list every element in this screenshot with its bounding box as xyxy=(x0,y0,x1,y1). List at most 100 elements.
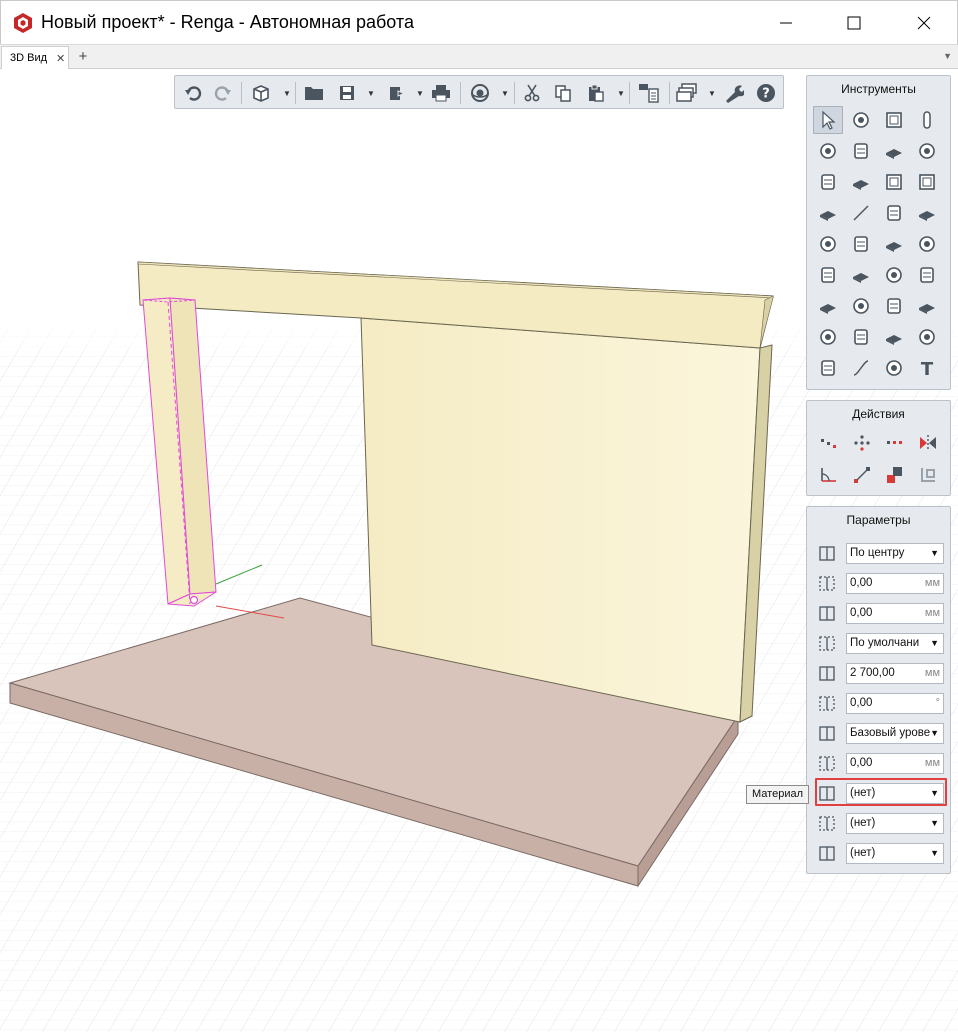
chevron-down-icon[interactable]: ▼ xyxy=(930,634,939,653)
close-button[interactable] xyxy=(901,1,947,45)
mechanical-tool-button[interactable] xyxy=(879,230,909,258)
parameter-input[interactable]: 0,00 ° xyxy=(846,693,944,714)
floor-beam-icon xyxy=(854,143,868,159)
open-button[interactable] xyxy=(302,81,326,105)
print-button[interactable] xyxy=(429,81,453,105)
move-action-button[interactable] xyxy=(814,429,844,457)
hatch-tool-button[interactable] xyxy=(879,354,909,382)
parameter-select[interactable]: По умолчани ▼ xyxy=(846,633,944,654)
save-button[interactable] xyxy=(335,81,359,105)
chevron-down-icon[interactable]: ▼ xyxy=(367,89,375,98)
redo-button[interactable] xyxy=(211,81,235,105)
parameters-panel-title: Параметры xyxy=(846,513,911,527)
duct-fitting-tool-button[interactable] xyxy=(912,199,942,227)
add-tab-button[interactable]: + xyxy=(74,48,92,66)
settings-button[interactable] xyxy=(722,81,746,105)
chevron-down-icon[interactable]: ▼ xyxy=(930,544,939,563)
annotation-tool-button[interactable] xyxy=(813,323,843,351)
opening-tool-button[interactable] xyxy=(912,323,942,351)
light-tool-button[interactable] xyxy=(846,292,876,320)
mirror-action-button[interactable] xyxy=(913,429,943,457)
align-icon xyxy=(854,467,870,483)
undo-button[interactable] xyxy=(181,81,205,105)
electric-fitting-tool-button[interactable] xyxy=(879,292,909,320)
roof-tool-button[interactable] xyxy=(879,137,909,165)
tab-close-icon[interactable]: ✕ xyxy=(56,52,65,65)
parameter-select[interactable]: По центру ▼ xyxy=(846,543,944,564)
window-tool-button[interactable] xyxy=(912,168,942,196)
orbit-button[interactable] xyxy=(468,81,492,105)
layers-button[interactable] xyxy=(675,81,699,105)
dimension-icon xyxy=(853,112,869,128)
parameter-input[interactable]: 0,00 мм xyxy=(846,573,944,594)
chevron-down-icon[interactable]: ▼ xyxy=(930,724,939,743)
axis-tool-button[interactable] xyxy=(813,354,843,382)
plumbing-tool-button[interactable] xyxy=(813,230,843,258)
equipment-tool-button[interactable] xyxy=(879,199,909,227)
chevron-down-icon[interactable]: ▼ xyxy=(416,89,424,98)
text-tool-button[interactable]: T xyxy=(912,354,942,382)
angle-action-button[interactable] xyxy=(814,461,844,489)
slab-tool-button[interactable] xyxy=(813,137,843,165)
chevron-down-icon[interactable]: ▼ xyxy=(708,89,716,98)
cut-button[interactable] xyxy=(520,81,544,105)
parameter-select[interactable]: (нет) ▼ xyxy=(846,843,944,864)
chevron-down-icon[interactable]: ▼ xyxy=(501,89,509,98)
copy-button[interactable] xyxy=(551,81,575,105)
parameter-value: По умолчани xyxy=(850,637,920,649)
chevron-down-icon[interactable]: ▼ xyxy=(930,814,939,833)
wall-tool-tool-button[interactable] xyxy=(879,106,909,134)
select-tool-button[interactable] xyxy=(813,106,843,134)
line-tool-button[interactable] xyxy=(846,199,876,227)
parameter-value: 0,00 xyxy=(850,757,873,769)
parameter-input[interactable]: 0,00 мм xyxy=(846,753,944,774)
copy-action-button[interactable] xyxy=(880,429,910,457)
ramp-tool-button[interactable] xyxy=(846,168,876,196)
door-tool-button[interactable] xyxy=(879,168,909,196)
parameter-select[interactable]: (нет) ▼ xyxy=(846,813,944,834)
rotate-action-button[interactable] xyxy=(847,429,877,457)
electrical-panel-tool-button[interactable] xyxy=(813,292,843,320)
column-tool-tool-button[interactable] xyxy=(912,106,942,134)
parameter-input[interactable]: 0,00 мм xyxy=(846,603,944,624)
view-cube-button[interactable] xyxy=(249,81,273,105)
minimize-button[interactable] xyxy=(763,1,809,45)
spline-tool-button[interactable] xyxy=(846,354,876,382)
washing-tool-button[interactable] xyxy=(846,230,876,258)
pipe-accessory-tool-button[interactable] xyxy=(813,261,843,289)
level-mark-icon xyxy=(886,335,902,345)
elevation-tool-button[interactable] xyxy=(846,323,876,351)
parameter-unit: ° xyxy=(935,697,940,709)
paste-button[interactable] xyxy=(584,81,608,105)
beam-tool-tool-button[interactable] xyxy=(813,168,843,196)
outlet-tool-button[interactable] xyxy=(912,292,942,320)
opening-icon xyxy=(919,329,935,345)
chevron-down-icon[interactable]: ▼ xyxy=(930,844,939,863)
join-action-button[interactable] xyxy=(880,461,910,489)
level-mark-tool-button[interactable] xyxy=(879,323,909,351)
parameter-select[interactable]: Базовый урове ▼ xyxy=(846,723,944,744)
mechanical-icon xyxy=(886,242,902,252)
tab-3d-view[interactable]: 3D Вид ✕ xyxy=(1,46,69,69)
help-button[interactable]: ? xyxy=(754,81,778,105)
railing-tool-button[interactable] xyxy=(813,199,843,227)
duct-tool-button[interactable] xyxy=(912,261,942,289)
chevron-down-icon[interactable]: ▼ xyxy=(283,89,291,98)
pipe-fitting-tool-button[interactable] xyxy=(912,230,942,258)
tab-menu-arrow-icon[interactable]: ▼ xyxy=(943,51,952,61)
chevron-down-icon[interactable]: ▼ xyxy=(617,89,625,98)
parameter-input[interactable]: 2 700,00 мм xyxy=(846,663,944,684)
dimension-tool-button[interactable] xyxy=(846,106,876,134)
fan-tool-button[interactable] xyxy=(846,261,876,289)
floor-beam-tool-button[interactable] xyxy=(846,137,876,165)
export-button[interactable] xyxy=(385,81,409,105)
parameter-value: (нет) xyxy=(850,847,876,859)
align-action-button[interactable] xyxy=(847,461,877,489)
snap-action-button[interactable] xyxy=(913,461,943,489)
stair-rail-tool-button[interactable] xyxy=(912,137,942,165)
ventilation-tool-button[interactable] xyxy=(879,261,909,289)
parameter-unit: мм xyxy=(924,577,940,589)
properties-button[interactable] xyxy=(637,81,661,105)
maximize-button[interactable] xyxy=(831,1,877,45)
alignment-icon xyxy=(817,544,839,564)
